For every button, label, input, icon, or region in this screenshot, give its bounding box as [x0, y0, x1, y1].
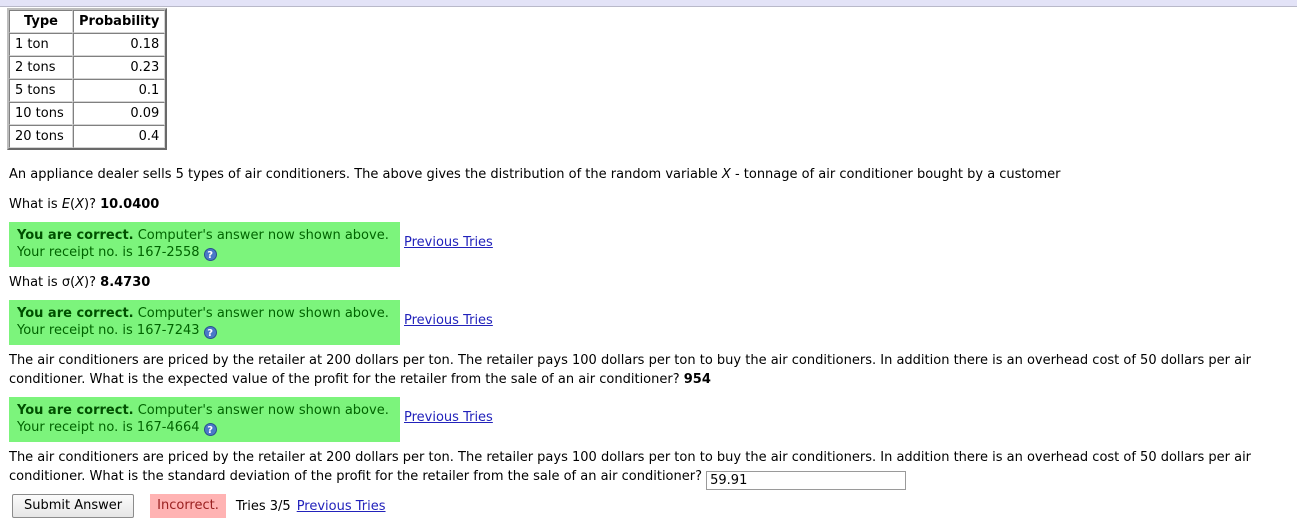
feedback-row-expected-value: You are correct. Computer's answer now s…: [0, 222, 1297, 267]
tries-counter: Tries 3/5: [235, 498, 291, 514]
answer-input[interactable]: [706, 471, 907, 490]
question-prompt-before: What is: [9, 197, 62, 212]
shown-answer-value: 8.4730: [100, 275, 151, 290]
question-prompt-before: What is: [9, 275, 62, 290]
question-expected-value: What is E(X)? 10.0400: [0, 195, 1297, 214]
sigma-symbol: σ: [61, 275, 71, 290]
probability-distribution-table: Type Probability 1 ton 0.18 2 tons 0.23 …: [7, 8, 168, 150]
previous-tries-link[interactable]: Previous Tries: [404, 235, 493, 250]
variable-symbol: X: [75, 197, 85, 212]
receipt-text: Your receipt no. is 167-7243: [17, 323, 200, 338]
cell-type: 20 tons: [9, 125, 73, 148]
column-header-probability: Probability: [73, 10, 166, 33]
top-navigation-band: [0, 0, 1297, 7]
previous-tries-link[interactable]: Previous Tries: [404, 313, 493, 328]
question-profit-standard-deviation: The air conditioners are priced by the r…: [0, 448, 1297, 490]
feedback-status-text: You are correct.: [17, 403, 134, 418]
feedback-status-text: You are correct.: [17, 306, 134, 321]
question-body-text: The air conditioners are priced by the r…: [9, 353, 1252, 387]
answer-submission-bar: Submit Answer Incorrect. Tries 3/5 Previ…: [0, 494, 1297, 518]
cell-type: 10 tons: [9, 102, 73, 125]
table-row: 20 tons 0.4: [9, 125, 166, 148]
cell-type: 2 tons: [9, 56, 73, 79]
expectation-symbol: E: [61, 197, 71, 212]
intro-text-before: An appliance dealer sells 5 types of air…: [9, 167, 722, 182]
intro-paragraph: An appliance dealer sells 5 types of air…: [0, 165, 1297, 184]
previous-tries-link[interactable]: Previous Tries: [404, 410, 493, 425]
column-header-type: Type: [9, 10, 73, 33]
feedback-detail-text: Computer's answer now shown above.: [133, 403, 389, 418]
cell-probability: 0.09: [73, 102, 166, 125]
correct-feedback-box: You are correct. Computer's answer now s…: [9, 397, 400, 442]
status-badge-incorrect: Incorrect.: [150, 494, 226, 518]
shown-answer-value: 954: [683, 372, 711, 387]
correct-feedback-box: You are correct. Computer's answer now s…: [9, 300, 400, 345]
submit-answer-button[interactable]: Submit Answer: [12, 494, 135, 518]
feedback-row-expected-profit: You are correct. Computer's answer now s…: [0, 397, 1297, 442]
question-mark-icon[interactable]: ?: [203, 326, 217, 339]
receipt-text: Your receipt no. is 167-4664: [17, 420, 200, 435]
table-row: 10 tons 0.09: [9, 102, 166, 125]
correct-feedback-box: You are correct. Computer's answer now s…: [9, 222, 400, 267]
feedback-detail-text: Computer's answer now shown above.: [133, 228, 389, 243]
table-row: 1 ton 0.18: [9, 33, 166, 56]
problem-content: Type Probability 1 ton 0.18 2 tons 0.23 …: [0, 8, 1297, 518]
table-row: 2 tons 0.23: [9, 56, 166, 79]
cell-type: 1 ton: [9, 33, 73, 56]
question-prompt-after: )?: [84, 275, 101, 290]
cell-probability: 0.18: [73, 33, 166, 56]
cell-type: 5 tons: [9, 79, 73, 102]
cell-probability: 0.4: [73, 125, 166, 148]
question-prompt-after: )?: [84, 197, 101, 212]
shown-answer-value: 10.0400: [100, 197, 160, 212]
question-mark-icon[interactable]: ?: [203, 248, 217, 261]
question-expected-profit: The air conditioners are priced by the r…: [0, 351, 1297, 389]
variable-symbol: X: [75, 275, 85, 290]
question-standard-deviation: What is σ(X)? 8.4730: [0, 273, 1297, 292]
previous-tries-link[interactable]: Previous Tries: [297, 499, 386, 514]
intro-text-after: - tonnage of air conditioner bought by a…: [730, 167, 1061, 182]
feedback-detail-text: Computer's answer now shown above.: [133, 306, 389, 321]
cell-probability: 0.1: [73, 79, 166, 102]
table-header-row: Type Probability: [9, 10, 166, 33]
question-body-text: The air conditioners are priced by the r…: [9, 450, 1252, 484]
question-mark-icon[interactable]: ?: [203, 423, 217, 436]
feedback-row-standard-deviation: You are correct. Computer's answer now s…: [0, 300, 1297, 345]
table-row: 5 tons 0.1: [9, 79, 166, 102]
receipt-text: Your receipt no. is 167-2558: [17, 245, 200, 260]
random-variable-symbol: X: [721, 167, 731, 182]
feedback-status-text: You are correct.: [17, 228, 134, 243]
cell-probability: 0.23: [73, 56, 166, 79]
